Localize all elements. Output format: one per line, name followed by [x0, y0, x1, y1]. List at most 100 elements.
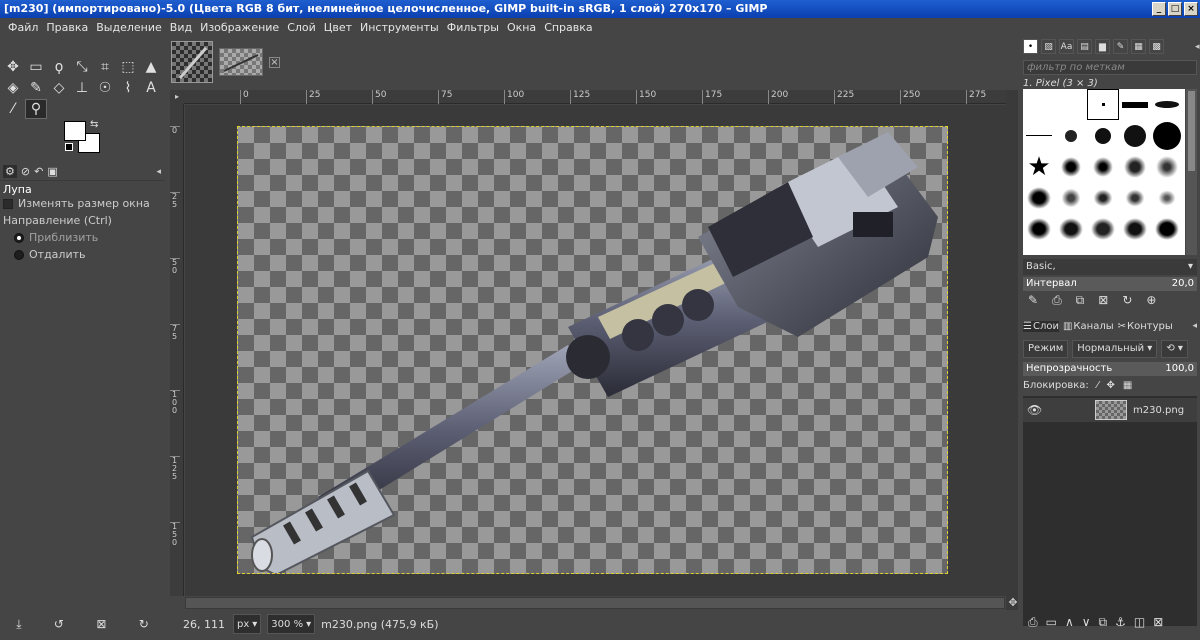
brush-texture-3[interactable] — [1087, 182, 1119, 213]
image-tab-thumbnail-1[interactable] — [171, 41, 213, 83]
color-picker-tool-icon[interactable]: ⁄ — [2, 99, 24, 119]
reset-options-icon[interactable]: ↻ — [139, 617, 149, 631]
close-tab-icon[interactable]: × — [269, 56, 280, 68]
brush-filter-input[interactable]: фильтр по меткам — [1023, 60, 1197, 75]
panel-menu-icon[interactable]: ◂ — [1195, 42, 1200, 52]
palettes-tab-icon[interactable]: ▤ — [1077, 39, 1092, 54]
lock-position-icon[interactable]: ✥ — [1106, 380, 1114, 391]
opacity-slider[interactable]: Непрозрачность 100,0 — [1023, 362, 1197, 376]
save-options-icon[interactable]: ⤓ — [16, 617, 21, 632]
brush-texture-4[interactable] — [1119, 182, 1151, 213]
undo-history-tab-icon[interactable]: ↶ — [34, 165, 43, 178]
new-brush-icon[interactable]: ⎙ — [1052, 293, 1062, 308]
brush-grid[interactable]: ★ — [1023, 89, 1185, 255]
brush-texture-5[interactable] — [1151, 182, 1183, 213]
brush-splatter-3[interactable] — [1119, 151, 1151, 182]
minimize-button[interactable]: _ — [1152, 2, 1166, 16]
panel-menu-icon[interactable]: ◂ — [1192, 321, 1197, 331]
layers-tab[interactable]: ☰ Слои — [1023, 320, 1059, 332]
brush-texture-2[interactable] — [1055, 182, 1087, 213]
dynamics-tab-icon[interactable]: ▩ — [1149, 39, 1164, 54]
menu-edit[interactable]: Правка — [42, 21, 92, 34]
brush-round-medium[interactable] — [1087, 120, 1119, 151]
brush-grunge-1[interactable] — [1023, 213, 1055, 244]
swap-colors-icon[interactable]: ⇆ — [90, 119, 98, 130]
lock-pixels-icon[interactable]: ⁄ — [1097, 380, 1099, 391]
zoom-out-radio[interactable] — [14, 249, 24, 260]
fonts-tab-icon[interactable]: Aa — [1059, 39, 1074, 54]
horizontal-scrollbar[interactable] — [185, 597, 1005, 609]
duplicate-brush-icon[interactable]: ⧉ — [1076, 293, 1085, 308]
vertical-scrollbar[interactable] — [1006, 90, 1018, 610]
anchor-layer-icon[interactable]: ⚓ — [1115, 615, 1126, 630]
brush-pixel-1[interactable] — [1023, 89, 1055, 120]
brush-splatter-2[interactable] — [1087, 151, 1119, 182]
menu-select[interactable]: Выделение — [92, 21, 166, 34]
warp-tool-icon[interactable]: ▲ — [140, 57, 162, 77]
lock-alpha-icon[interactable]: ▦ — [1123, 380, 1132, 391]
layer-list[interactable]: 👁 m230.png — [1023, 396, 1197, 626]
smudge-tool-icon[interactable]: ☉ — [94, 78, 116, 98]
mode-select[interactable]: Нормальный ▾ — [1072, 340, 1158, 358]
new-layer-group-icon[interactable]: ▭ — [1046, 615, 1057, 630]
brush-line[interactable] — [1023, 120, 1055, 151]
brush-round-small[interactable] — [1055, 120, 1087, 151]
menu-windows[interactable]: Окна — [503, 21, 540, 34]
gradients-tab-icon[interactable]: ▆ — [1095, 39, 1110, 54]
paintbrush-tool-icon[interactable]: ✎ — [25, 78, 47, 98]
panel-menu-icon[interactable]: ◂ — [156, 167, 161, 177]
delete-layer-icon[interactable]: ⊠ — [1153, 615, 1163, 630]
paths-tool-icon[interactable]: ⌇ — [117, 78, 139, 98]
resize-window-checkbox[interactable] — [3, 198, 13, 209]
unit-select[interactable]: px ▾ — [233, 614, 262, 634]
horizontal-ruler[interactable]: 0 25 50 75 100 125 150 175 200 225 250 275 — [184, 90, 1006, 104]
brushes-tab-icon[interactable]: • — [1023, 39, 1038, 54]
image-canvas[interactable] — [237, 126, 948, 574]
brush-pixel-selected[interactable] — [1087, 89, 1119, 120]
menu-view[interactable]: Вид — [166, 21, 196, 34]
crop-tool-icon[interactable]: ⌗ — [94, 57, 116, 77]
close-button[interactable]: × — [1184, 2, 1198, 16]
vertical-ruler[interactable]: 0 25 50 75 100 125 150 — [170, 104, 184, 596]
eraser-tool-icon[interactable]: ◇ — [48, 78, 70, 98]
image-tab-thumbnail-2[interactable] — [219, 48, 263, 76]
zoom-tool-icon[interactable]: ⚲ — [25, 99, 47, 119]
paths-tab[interactable]: ✂ Контуры — [1118, 321, 1173, 332]
default-colors-icon[interactable] — [65, 143, 73, 151]
layer-row[interactable]: 👁 m230.png — [1023, 398, 1197, 422]
canvas-area[interactable] — [185, 105, 1006, 596]
delete-options-icon[interactable]: ⊠ — [96, 617, 106, 631]
tool-options-tab-icon[interactable]: ⚙ — [3, 165, 17, 178]
fuzzy-select-tool-icon[interactable]: ⤡ — [71, 57, 93, 77]
move-tool-icon[interactable]: ✥ — [2, 57, 24, 77]
menu-image[interactable]: Изображение — [196, 21, 283, 34]
transform-tool-icon[interactable]: ⬚ — [117, 57, 139, 77]
brush-grunge-3[interactable] — [1087, 213, 1119, 244]
patterns-tab-icon[interactable]: ▧ — [1041, 39, 1056, 54]
menu-layer[interactable]: Слой — [283, 21, 320, 34]
brush-star[interactable]: ★ — [1023, 151, 1055, 182]
zoom-out-option[interactable]: Отдалить — [14, 248, 85, 261]
raise-layer-icon[interactable]: ∧ — [1065, 615, 1074, 630]
lower-layer-icon[interactable]: ∨ — [1082, 615, 1091, 630]
zoom-select[interactable]: 300 % ▾ — [267, 614, 316, 634]
open-brush-icon[interactable]: ⊕ — [1146, 293, 1156, 308]
delete-brush-icon[interactable]: ⊠ — [1098, 293, 1108, 308]
brush-block[interactable] — [1119, 89, 1151, 120]
ruler-corner-icon[interactable]: ▸ — [170, 90, 184, 104]
zoom-in-option[interactable]: Приблизить — [14, 231, 98, 244]
resize-window-option[interactable]: Изменять размер окна — [3, 197, 150, 210]
edit-brush-icon[interactable]: ✎ — [1028, 293, 1038, 308]
zoom-in-radio[interactable] — [14, 232, 24, 243]
composite-mode-icon[interactable]: ⟲ ▾ — [1161, 340, 1188, 358]
brush-splatter-4[interactable] — [1151, 151, 1183, 182]
text-tool-icon[interactable]: A — [140, 78, 162, 98]
interval-slider[interactable]: Интервал 20,0 — [1023, 277, 1197, 291]
menu-help[interactable]: Справка — [540, 21, 596, 34]
menu-file[interactable]: Файл — [4, 21, 42, 34]
brush-ellipse[interactable] — [1151, 89, 1183, 120]
clone-tool-icon[interactable]: ⊥ — [71, 78, 93, 98]
brush-grunge-5[interactable] — [1151, 213, 1183, 244]
menu-filters[interactable]: Фильтры — [443, 21, 503, 34]
foreground-color-swatch[interactable] — [64, 121, 86, 141]
